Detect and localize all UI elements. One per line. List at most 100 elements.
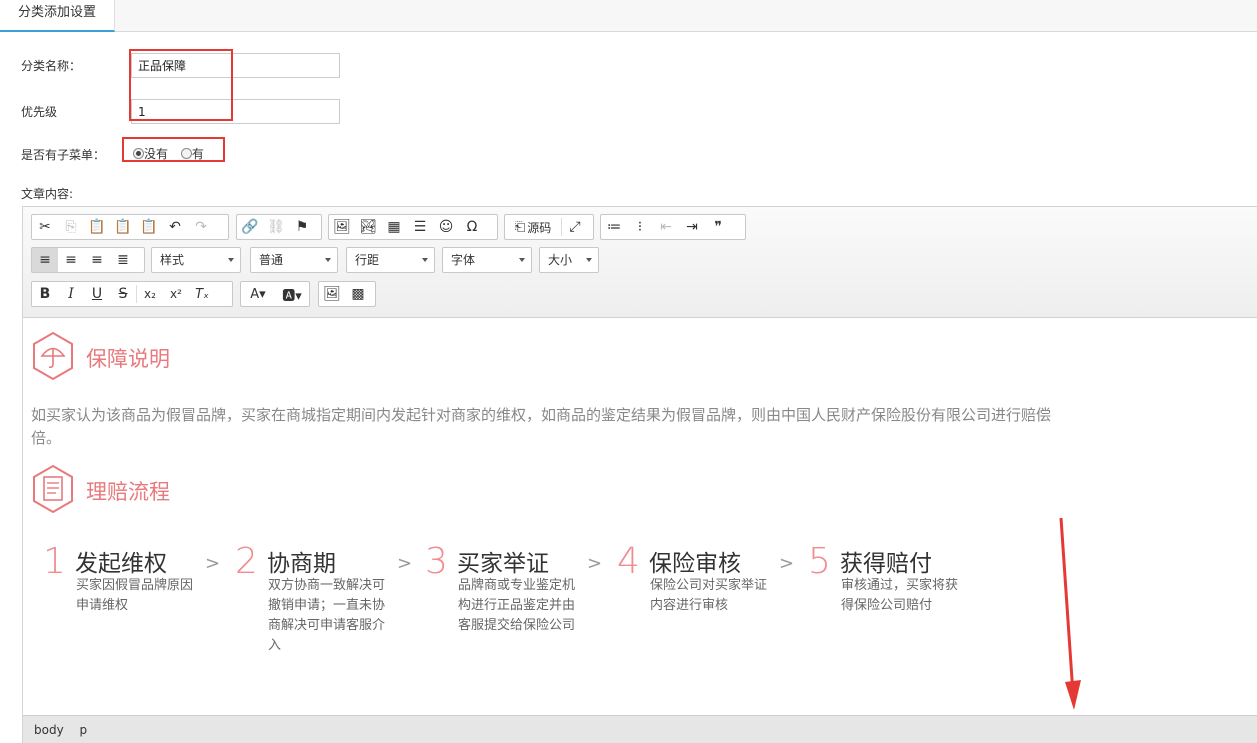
source-button[interactable]: ⎗ 源码 — [505, 215, 561, 239]
emoji-icon[interactable]: ☺ — [433, 215, 459, 239]
toolbar-group-clipboard: ✂ ⎘ 📋 📋 📋 ↶ ↷ — [31, 214, 229, 240]
chevron-down-icon — [228, 258, 234, 262]
radio-no-label: 没有 — [144, 147, 169, 161]
qrcode-icon[interactable]: ▩ — [345, 282, 371, 306]
paste-icon[interactable]: 📋 — [84, 215, 110, 239]
hr-icon[interactable]: ☰ — [407, 215, 433, 239]
cut-icon[interactable]: ✂ — [32, 215, 58, 239]
indent-icon[interactable]: ⇥ — [679, 215, 705, 239]
chevron-down-icon — [325, 258, 331, 262]
radio-yes[interactable] — [180, 148, 192, 159]
step-description: 保险公司对买家举证内容进行审核 — [650, 578, 768, 613]
category-name-label: 分类名称： — [21, 59, 82, 73]
rich-text-editor: ✂ ⎘ 📋 📋 📋 ↶ ↷ 🔗 ⛓ ⚑ 🖼 🏞 ▦ ☰ ☺ Ω ⎗ 源码 ⤢ ≔… — [22, 206, 1257, 743]
superscript-icon[interactable]: x² — [163, 282, 189, 306]
paragraph-line-1: 如买家认为该商品为假冒品牌，买家在商城指定期间内发起针对商家的维权，如商品的鉴定… — [31, 406, 1052, 424]
copy-icon[interactable]: ⎘ — [58, 215, 84, 239]
element-path-body[interactable]: body — [34, 723, 64, 737]
priority-label: 优先级 — [21, 105, 58, 119]
toolbar-group-text-format: B I U S x₂ x² Tₓ — [31, 281, 233, 307]
link-icon[interactable]: 🔗 — [237, 215, 263, 239]
submenu-label: 是否有子菜单： — [21, 148, 106, 162]
toolbar-group-link: 🔗 ⛓ ⚑ — [236, 214, 322, 240]
guarantee-paragraph: 如买家认为该商品为假冒品牌，买家在商城指定期间内发起针对商家的维权，如商品的鉴定… — [31, 404, 1051, 450]
paste-word-icon[interactable]: 📋 — [136, 215, 162, 239]
italic-icon[interactable]: I — [58, 282, 84, 306]
line-height-dropdown[interactable]: 行距 — [346, 247, 435, 273]
submenu-radio-group: 没有 有 — [133, 145, 204, 162]
align-left-icon[interactable]: ≡ — [32, 248, 58, 272]
source-label: 源码 — [527, 220, 552, 235]
image-icon[interactable]: 🖼 — [329, 215, 355, 239]
radio-no[interactable] — [133, 148, 144, 159]
unlink-icon[interactable]: ⛓ — [263, 215, 289, 239]
insert-picture-icon[interactable]: 🖼 — [319, 282, 345, 306]
tab-bar: 分类添加设置 — [0, 0, 1257, 32]
chevron-down-icon — [519, 258, 525, 262]
document-icon — [33, 464, 73, 514]
format-dropdown-label: 普通 — [259, 253, 284, 267]
ordered-list-icon[interactable]: ≔ — [601, 215, 627, 239]
step-description: 买家因假冒品牌原因申请维权 — [76, 578, 194, 613]
chevron-right-icon: > — [397, 553, 413, 574]
strikethrough-icon[interactable]: S — [110, 282, 136, 306]
step-description: 品牌商或专业鉴定机构进行正品鉴定并由客服提交给保险公司 — [458, 578, 576, 633]
undo-icon[interactable]: ↶ — [162, 215, 188, 239]
align-justify-icon[interactable]: ≣ — [110, 248, 136, 272]
category-name-input[interactable] — [131, 53, 340, 78]
font-dropdown[interactable]: 字体 — [442, 247, 532, 273]
step-title: 发起维权 — [75, 551, 167, 577]
align-center-icon[interactable]: ≡ — [58, 248, 84, 272]
umbrella-icon — [33, 331, 73, 381]
format-dropdown[interactable]: 普通 — [250, 247, 338, 273]
step-title: 获得赔付 — [840, 551, 932, 577]
step-number: 5 — [808, 541, 831, 582]
outdent-icon[interactable]: ⇤ — [653, 215, 679, 239]
quote-icon[interactable]: ❞ — [705, 215, 731, 239]
chevron-right-icon: > — [205, 553, 221, 574]
content-label: 文章内容: — [21, 187, 74, 201]
toolbar-group-list: ≔ ⁝ ⇤ ⇥ ❞ — [600, 214, 746, 240]
annotation-arrow-icon — [1059, 517, 1081, 710]
chevron-down-icon — [586, 258, 592, 262]
chevron-right-icon: > — [587, 553, 603, 574]
anchor-icon[interactable]: ⚑ — [289, 215, 315, 239]
step-number: 3 — [425, 541, 448, 582]
paste-text-icon[interactable]: 📋 — [110, 215, 136, 239]
special-char-icon[interactable]: Ω — [459, 215, 485, 239]
step-number: 4 — [617, 541, 640, 582]
editor-content[interactable]: 保障说明 如买家认为该商品为假冒品牌，买家在商城指定期间内发起针对商家的维权，如… — [23, 318, 1257, 715]
step-title: 协商期 — [267, 551, 336, 577]
flash-icon[interactable]: 🏞 — [355, 215, 381, 239]
bold-icon[interactable]: B — [32, 282, 58, 306]
priority-input[interactable] — [131, 99, 340, 124]
toolbar-group-media: 🖼 ▩ — [318, 281, 376, 307]
step-description: 审核通过，买家将获得保险公司赔付 — [841, 578, 959, 613]
toolbar-group-align: ≡ ≡ ≡ ≣ — [31, 247, 145, 273]
paragraph-line-2: 倍。 — [31, 429, 62, 447]
step-number: 1 — [43, 541, 66, 582]
font-color-icon[interactable]: A▾ — [241, 282, 275, 306]
background-color-icon[interactable]: 🅰▾ — [275, 282, 309, 306]
chevron-right-icon: > — [779, 553, 795, 574]
tab-category-add-settings[interactable]: 分类添加设置 — [0, 0, 115, 32]
subscript-icon[interactable]: x₂ — [137, 282, 163, 306]
editor-toolbar: ✂ ⎘ 📋 📋 📋 ↶ ↷ 🔗 ⛓ ⚑ 🖼 🏞 ▦ ☰ ☺ Ω ⎗ 源码 ⤢ ≔… — [23, 207, 1257, 318]
table-icon[interactable]: ▦ — [381, 215, 407, 239]
style-dropdown[interactable]: 样式 — [151, 247, 241, 273]
clear-format-icon[interactable]: Tₓ — [189, 282, 215, 306]
fullscreen-icon[interactable]: ⤢ — [562, 215, 588, 239]
size-dropdown[interactable]: 大小 — [539, 247, 599, 273]
line-height-dropdown-label: 行距 — [355, 253, 380, 267]
underline-icon[interactable]: U — [84, 282, 110, 306]
style-dropdown-label: 样式 — [160, 253, 185, 267]
page: 分类添加设置 分类名称： 优先级 是否有子菜单： 没有 有 文章内容: ✂ ⎘ … — [0, 0, 1257, 743]
section-title-guarantee: 保障说明 — [86, 347, 170, 371]
unordered-list-icon[interactable]: ⁝ — [627, 215, 653, 239]
chevron-down-icon — [422, 258, 428, 262]
source-icon: ⎗ — [514, 219, 526, 235]
redo-icon[interactable]: ↷ — [188, 215, 214, 239]
align-right-icon[interactable]: ≡ — [84, 248, 110, 272]
toolbar-group-insert: 🖼 🏞 ▦ ☰ ☺ Ω — [328, 214, 498, 240]
element-path-p[interactable]: p — [80, 723, 88, 737]
